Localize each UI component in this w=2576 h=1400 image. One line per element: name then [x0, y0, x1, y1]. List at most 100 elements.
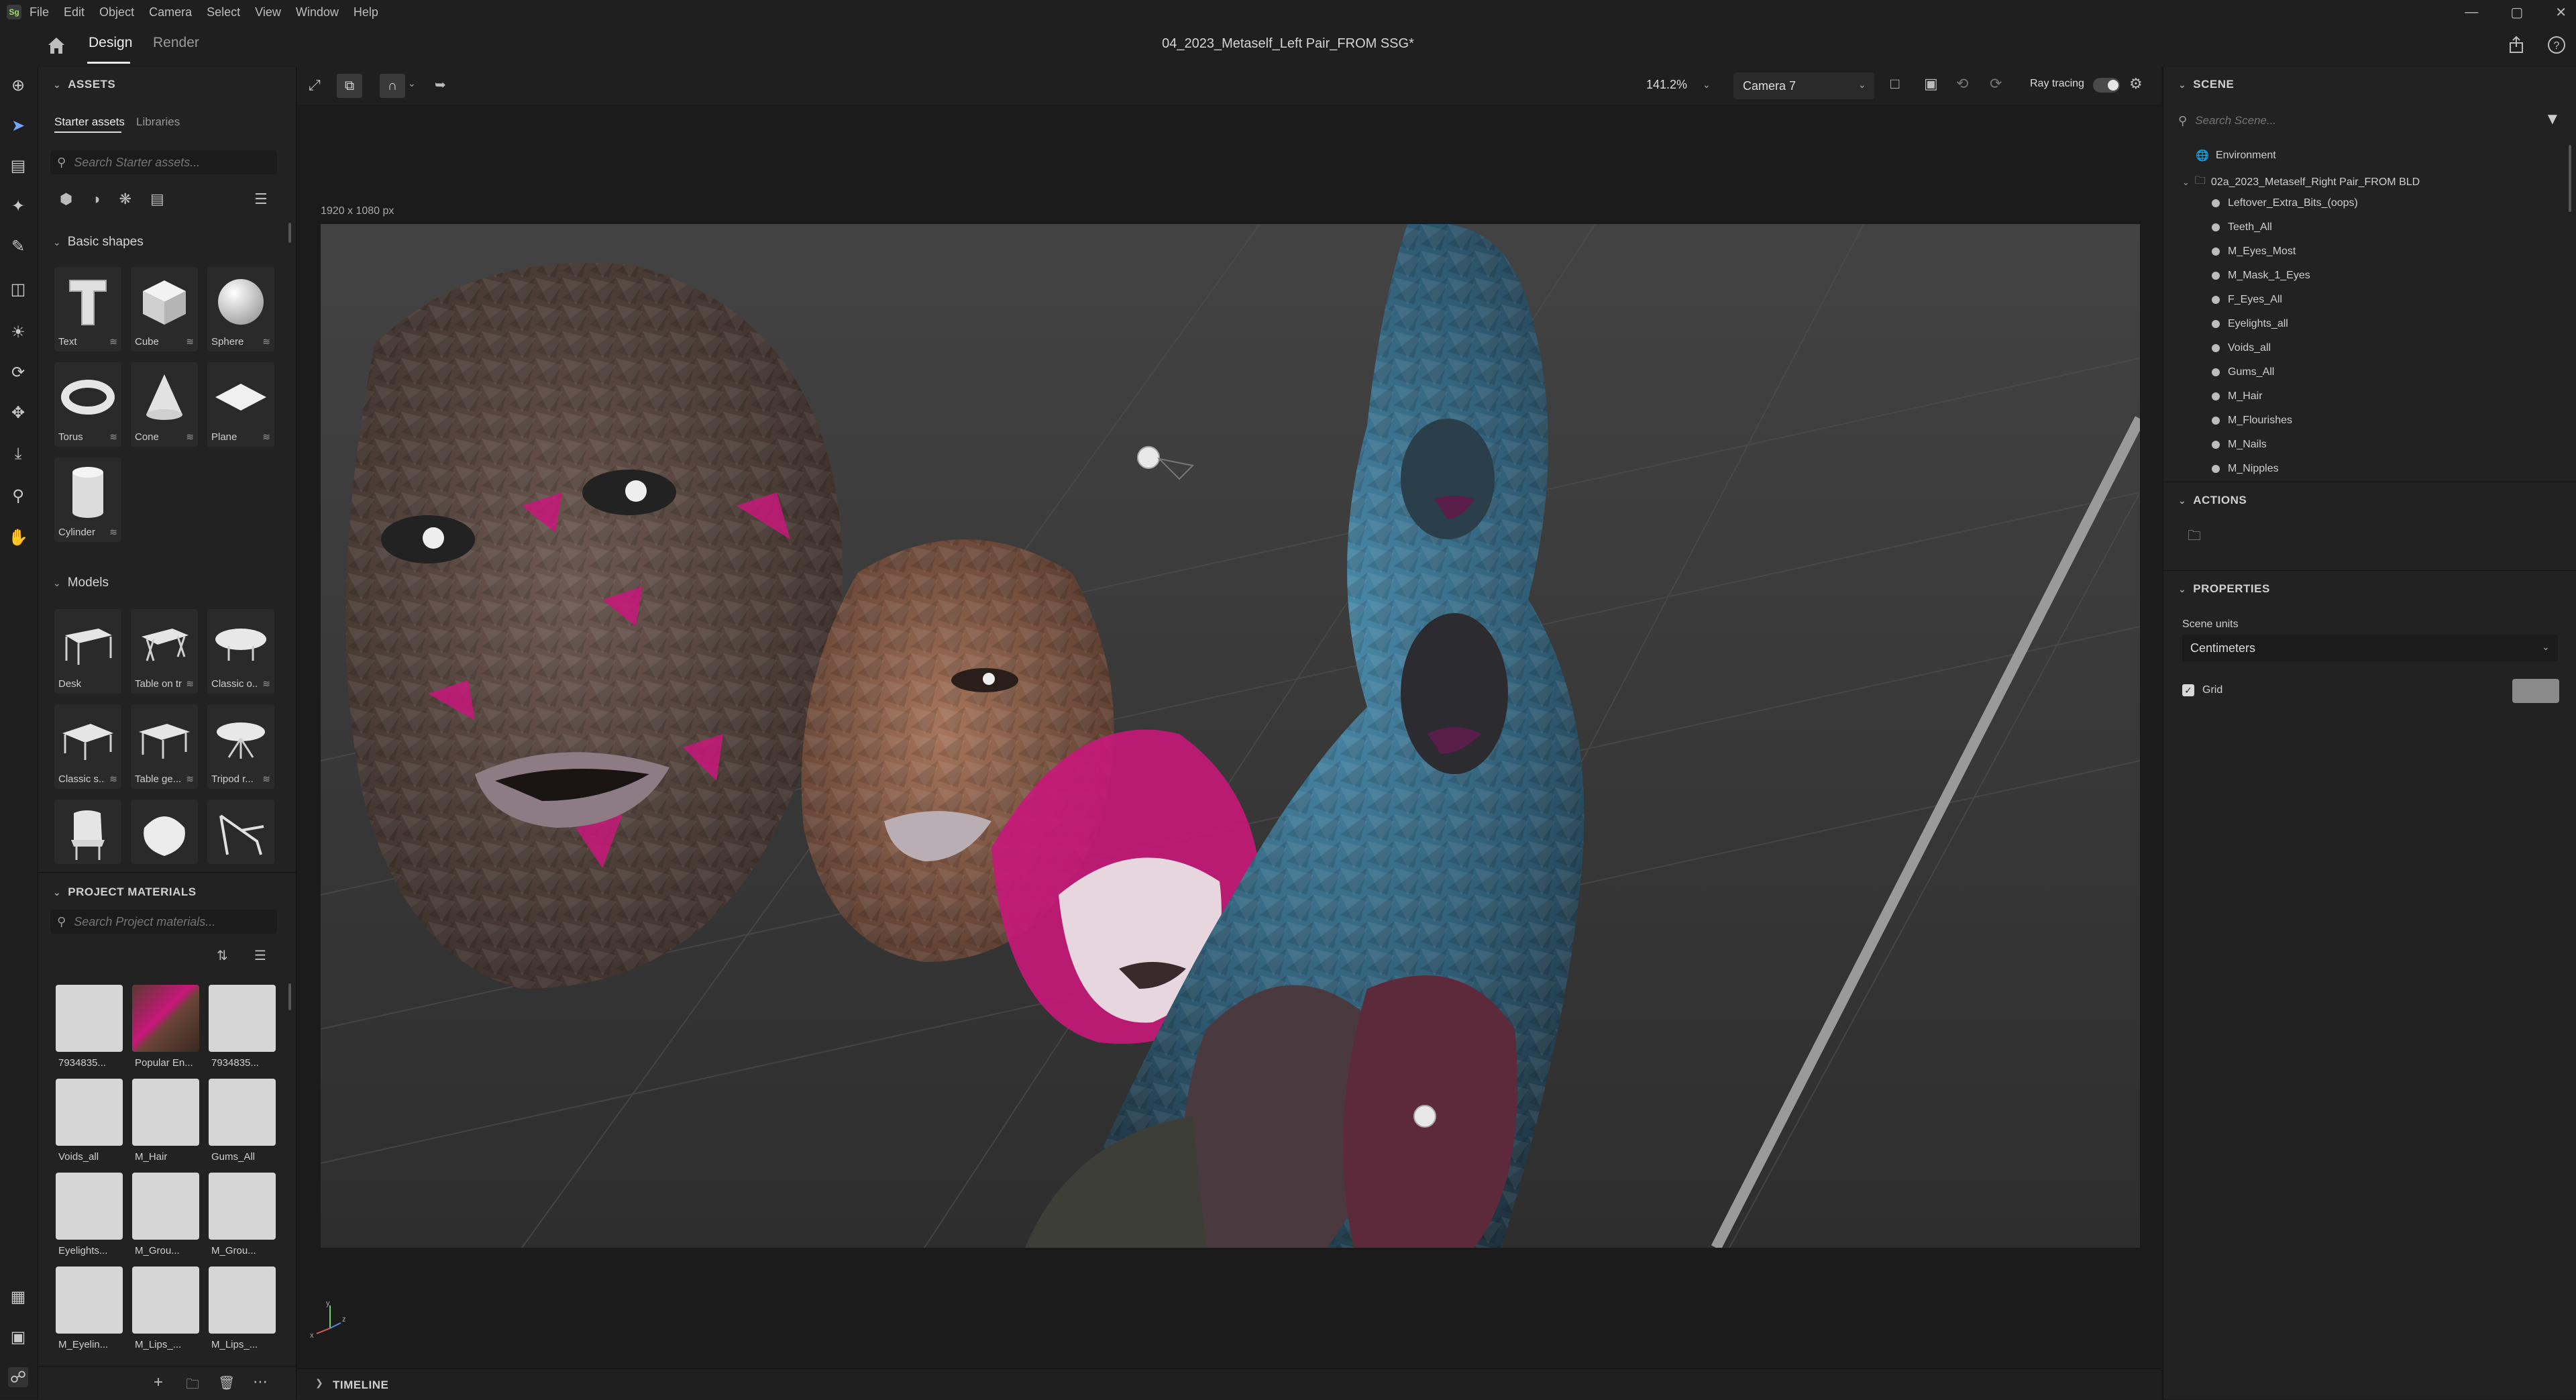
model-classic-square-table[interactable]: Classic s... ≋ [54, 704, 121, 789]
chevron-down-icon[interactable]: ⌄ [2182, 177, 2190, 188]
material-swatch[interactable]: M_Lips_... [132, 1267, 199, 1354]
menu-object[interactable]: Object [99, 5, 134, 19]
materials-search-input[interactable] [72, 914, 250, 930]
drop-tool-icon[interactable]: ⤓ [8, 444, 28, 464]
material-swatch[interactable]: M_Grou... [209, 1173, 276, 1260]
properties-header[interactable]: ⌄ PROPERTIES [2178, 582, 2270, 596]
shape-plane[interactable]: Plane ≋ [207, 362, 274, 447]
menu-view[interactable]: View [255, 5, 281, 19]
shape-cone[interactable]: Cone ≋ [131, 362, 198, 447]
settings-icon[interactable]: ≋ [186, 431, 194, 443]
camera-redo-icon[interactable]: ⟳ [1990, 75, 2002, 93]
settings-icon[interactable]: ≋ [262, 431, 270, 443]
select-tool-icon[interactable]: ➤ [8, 115, 28, 136]
material-swatch[interactable]: M_Lips_... [209, 1267, 276, 1354]
camera-undo-icon[interactable]: ⟲ [1956, 75, 1968, 93]
list-view-icon[interactable]: ☰ [254, 191, 268, 208]
help-icon[interactable]: ? [2546, 35, 2567, 58]
model-armchair[interactable] [131, 800, 198, 864]
scene-units-select[interactable]: Centimeters ⌄ [2182, 635, 2558, 661]
tab-libraries[interactable]: Libraries [136, 115, 180, 129]
menu-edit[interactable]: Edit [64, 5, 85, 19]
magic-wand-icon[interactable]: ✦ [8, 196, 28, 216]
menu-file[interactable]: File [30, 5, 49, 19]
material-swatch[interactable]: Voids_all [56, 1079, 123, 1166]
settings-icon[interactable]: ≋ [109, 773, 117, 785]
chevron-down-icon[interactable]: ⌄ [1703, 79, 1711, 91]
folder-icon[interactable]: 🗀 [186, 1375, 199, 1397]
material-swatch[interactable]: M_Hair [132, 1079, 199, 1166]
model-classic-oval-table[interactable]: Classic o... ≋ [207, 609, 274, 694]
menu-select[interactable]: Select [207, 5, 240, 19]
move-tool-icon[interactable]: ✥ [8, 402, 28, 423]
tree-item[interactable]: M_Hair [2212, 390, 2263, 402]
snap-magnet-icon[interactable]: ∩ [380, 74, 405, 98]
zoom-tool-icon[interactable]: ⚲ [8, 486, 28, 506]
render-canvas[interactable] [321, 224, 2140, 1248]
menu-camera[interactable]: Camera [149, 5, 192, 19]
tree-item[interactable]: M_Nails [2212, 439, 2267, 451]
model-table-geometric[interactable]: Table ge... ≋ [131, 704, 198, 789]
filter-icon[interactable]: ▼ [2544, 110, 2561, 129]
settings-icon[interactable]: ≋ [109, 431, 117, 443]
model-chair[interactable] [54, 800, 121, 864]
list-view-icon[interactable]: ☰ [254, 947, 266, 964]
settings-icon[interactable]: ≋ [262, 773, 270, 785]
add-icon[interactable]: + [154, 1373, 163, 1392]
share-icon[interactable] [2506, 35, 2526, 58]
eyedropper-icon[interactable]: ✎ [8, 236, 28, 256]
sort-icon[interactable]: ⇅ [217, 947, 228, 964]
material-swatch[interactable]: 7934835... [209, 985, 276, 1072]
grid-checkbox[interactable]: ✓ [2182, 684, 2194, 696]
tree-item[interactable]: Leftover_Extra_Bits_(oops) [2212, 197, 2358, 209]
model-tripod-round-table[interactable]: Tripod r... ≋ [207, 704, 274, 789]
frame-selection-icon[interactable]: ⧉ [337, 74, 362, 98]
menu-help[interactable]: Help [354, 5, 378, 19]
tree-item[interactable]: Gums_All [2212, 366, 2274, 378]
fit-view-icon[interactable]: ⤢ [309, 76, 321, 94]
models-header[interactable]: ⌄ Models [53, 576, 109, 590]
ray-tracing-toggle[interactable] [2093, 78, 2120, 93]
scrollbar[interactable] [2569, 145, 2571, 212]
node-graph-icon[interactable]: ☍ [8, 1367, 28, 1387]
menu-window[interactable]: Window [296, 5, 339, 19]
material-swatch[interactable]: Eyelights... [56, 1173, 123, 1260]
transform-icon[interactable]: ➥ [435, 76, 446, 93]
shape-sphere[interactable]: Sphere ≋ [207, 267, 274, 352]
tree-item[interactable]: Eyelights_all [2212, 318, 2288, 330]
camera-select[interactable]: Camera 7 ⌄ [1733, 72, 1874, 99]
basic-shapes-header[interactable]: ⌄ Basic shapes [53, 235, 144, 250]
maximize-icon[interactable]: ▢ [2510, 4, 2523, 21]
scrollbar[interactable] [288, 223, 291, 243]
tab-starter-assets[interactable]: Starter assets [54, 115, 125, 129]
actions-header[interactable]: ⌄ ACTIONS [2178, 494, 2247, 507]
chart-tool-icon[interactable]: ▤ [8, 156, 28, 176]
shape-cylinder[interactable]: Cylinder ≋ [54, 457, 121, 542]
minimize-icon[interactable]: — [2465, 5, 2478, 20]
material-swatch[interactable]: M_Eyelin... [56, 1267, 123, 1354]
settings-icon[interactable]: ≋ [109, 336, 117, 347]
grid-color-swatch[interactable] [2512, 679, 2559, 703]
chevron-right-icon[interactable]: ❯ [315, 1377, 323, 1389]
tree-item[interactable]: Teeth_All [2212, 221, 2272, 233]
shape-torus[interactable]: Torus ≋ [54, 362, 121, 447]
material-swatch[interactable]: Gums_All [209, 1079, 276, 1166]
toolbox-icon[interactable]: ▣ [8, 1327, 28, 1347]
timeline-bar[interactable]: ❯ TIMELINE [297, 1368, 2161, 1400]
lights-filter-icon[interactable]: ❋ [119, 191, 131, 208]
zoom-level[interactable]: 141.2% [1646, 78, 1687, 92]
chevron-down-icon[interactable]: ⌄ [408, 78, 416, 89]
tree-item[interactable]: M_Eyes_Most [2212, 246, 2296, 258]
tree-item[interactable]: Voids_all [2212, 342, 2271, 354]
settings-icon[interactable]: ≋ [186, 773, 194, 785]
project-materials-header[interactable]: ⌄ PROJECT MATERIALS [53, 885, 197, 899]
camera-add-icon[interactable]: □ [1890, 75, 1899, 93]
models-filter-icon[interactable]: ⬢ [60, 191, 72, 208]
model-table-on-trestles[interactable]: Table on tr...≋ [131, 609, 198, 694]
light-tool-icon[interactable]: ☀ [8, 322, 28, 342]
close-icon[interactable]: ✕ [2555, 4, 2567, 21]
settings-icon[interactable]: ≋ [262, 678, 270, 690]
assets-header[interactable]: ⌄ ASSETS [53, 78, 115, 91]
trash-icon[interactable]: 🗑 [218, 1375, 235, 1391]
archive-icon[interactable]: ▦ [8, 1287, 28, 1307]
